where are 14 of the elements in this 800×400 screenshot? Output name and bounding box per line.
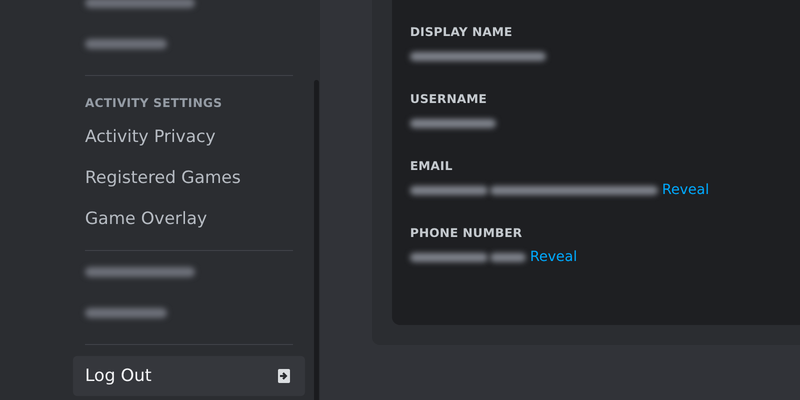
- field-label: USERNAME: [410, 92, 488, 106]
- log-out-button[interactable]: Log Out: [73, 356, 305, 396]
- field-label: EMAIL: [410, 159, 454, 173]
- scrollbar[interactable]: [314, 80, 319, 400]
- sidebar-item[interactable]: Registered Games: [73, 157, 305, 198]
- blurred-value: [490, 252, 526, 262]
- reveal-link[interactable]: Reveal: [530, 249, 578, 265]
- exit-icon: [277, 368, 291, 384]
- sidebar-item[interactable]: Game Overlay: [73, 198, 305, 239]
- field-label: DISPLAY NAME: [410, 25, 514, 39]
- section-header: ACTIVITY SETTINGS: [84, 95, 224, 112]
- reveal-link[interactable]: Reveal: [662, 182, 710, 198]
- field-label: PHONE NUMBER: [410, 226, 524, 240]
- sidebar-item[interactable]: Activity Privacy: [73, 116, 305, 157]
